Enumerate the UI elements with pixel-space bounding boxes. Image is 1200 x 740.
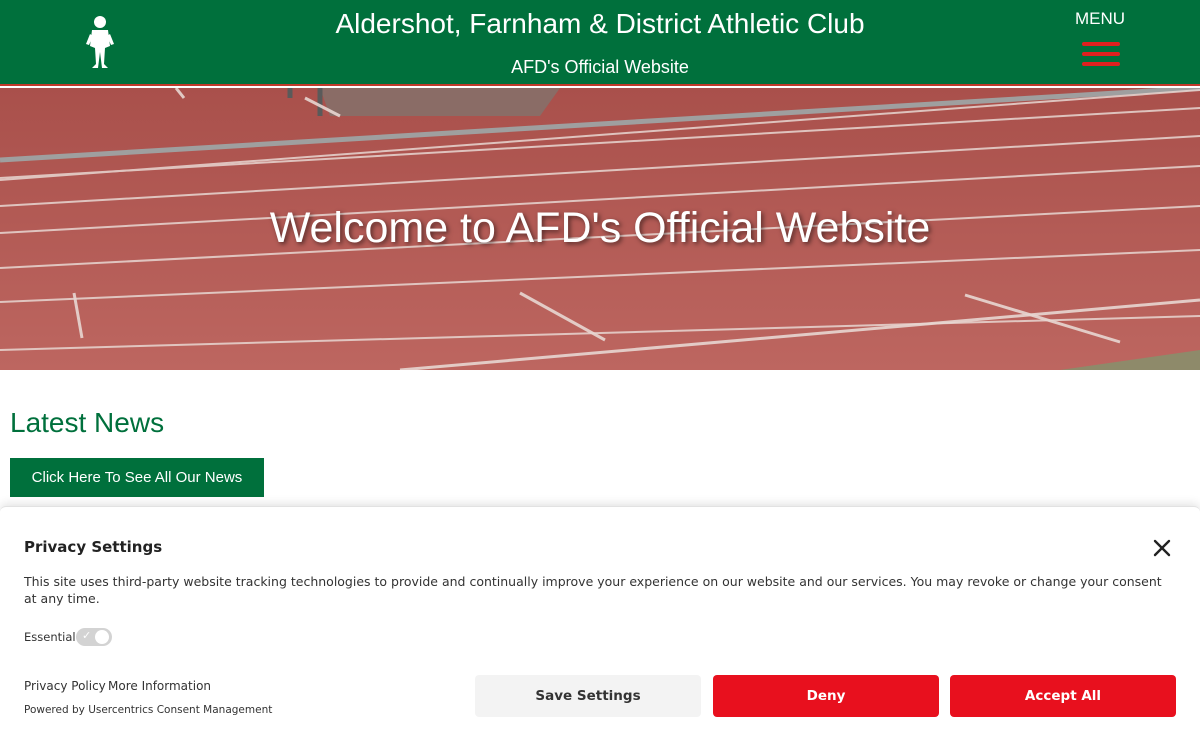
site-title: Aldershot, Farnham & District Athletic C… [335,8,865,39]
essential-toggle[interactable]: ✓ [76,628,112,646]
save-settings-button[interactable]: Save Settings [475,675,701,717]
deny-button[interactable]: Deny [713,675,939,717]
privacy-description: This site uses third-party website track… [24,574,1162,606]
close-icon[interactable] [1148,534,1176,562]
more-information-link[interactable]: More Information [108,679,211,693]
hamburger-icon-bar [1082,52,1120,56]
hero-title: Welcome to AFD's Official Website [269,204,931,252]
check-icon: ✓ [82,629,92,642]
site-subtitle: AFD's Official Website [511,57,689,77]
privacy-title: Privacy Settings [24,538,163,556]
hamburger-icon-bar [1082,62,1120,66]
privacy-policy-link[interactable]: Privacy Policy [24,679,106,693]
hero-banner: Welcome to AFD's Official Website [0,88,1200,370]
all-news-button[interactable]: Click Here To See All Our News [10,458,264,497]
powered-by-text: Powered by Usercentrics Consent Manageme… [24,704,273,716]
site-header: Aldershot, Farnham & District Athletic C… [0,0,1200,86]
menu-button[interactable]: MENU [1064,9,1136,73]
hamburger-icon [1082,42,1120,46]
toggle-knob [95,630,109,644]
essential-label: Essential [24,630,76,644]
news-heading: Latest News [10,407,165,438]
menu-label: MENU [1074,9,1126,28]
privacy-banner: Privacy Settings This site uses third-pa… [0,506,1200,740]
accept-all-button[interactable]: Accept All [950,675,1176,717]
